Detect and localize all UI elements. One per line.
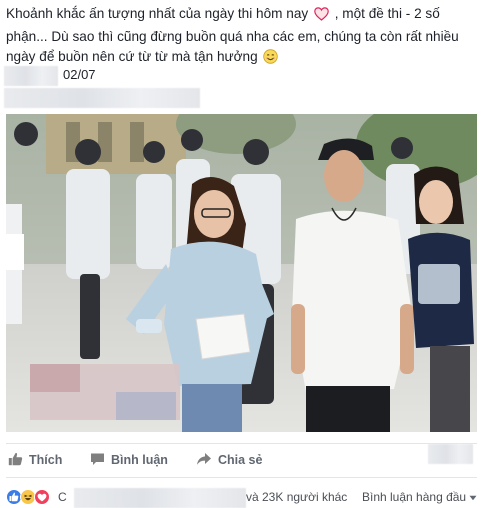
share-label: Chia sẻ xyxy=(218,453,263,467)
commenter-initial: C xyxy=(58,490,67,504)
post-caption: Khoảnh khắc ấn tượng nhất của ngày thi h… xyxy=(6,4,476,70)
redacted-author-block xyxy=(4,66,58,86)
thumbs-up-icon xyxy=(8,452,23,469)
redacted-reactor-names xyxy=(74,488,246,508)
reaction-icons[interactable] xyxy=(6,489,50,505)
comment-label: Bình luận xyxy=(111,453,168,467)
love-icon xyxy=(34,489,50,505)
smiling-face-icon xyxy=(263,49,279,70)
post-photo[interactable] xyxy=(6,114,477,432)
share-button[interactable]: Chia sẻ xyxy=(196,450,262,470)
redacted-author-line xyxy=(4,88,200,108)
caption-text-start: Khoảnh khắc ấn tượng nhất của ngày thi h… xyxy=(6,6,309,21)
comment-bubble-icon xyxy=(90,452,105,469)
share-arrow-icon xyxy=(196,452,212,469)
caret-down-icon xyxy=(469,490,477,504)
redacted-actions-right xyxy=(428,444,473,464)
post-date[interactable]: 02/07 xyxy=(63,67,96,82)
comment-sort-dropdown[interactable]: Bình luận hàng đầu xyxy=(362,490,477,504)
reaction-count-text[interactable]: và 23K người khác xyxy=(246,490,347,504)
like-label: Thích xyxy=(29,453,63,467)
actions-top-divider xyxy=(6,443,477,444)
actions-bottom-divider xyxy=(6,477,477,478)
facebook-post: Khoảnh khắc ấn tượng nhất của ngày thi h… xyxy=(0,0,483,508)
heart-outline-icon xyxy=(314,7,329,27)
comment-button[interactable]: Bình luận xyxy=(90,450,168,470)
comment-sort-label: Bình luận hàng đầu xyxy=(362,490,467,504)
like-button[interactable]: Thích xyxy=(8,450,62,470)
